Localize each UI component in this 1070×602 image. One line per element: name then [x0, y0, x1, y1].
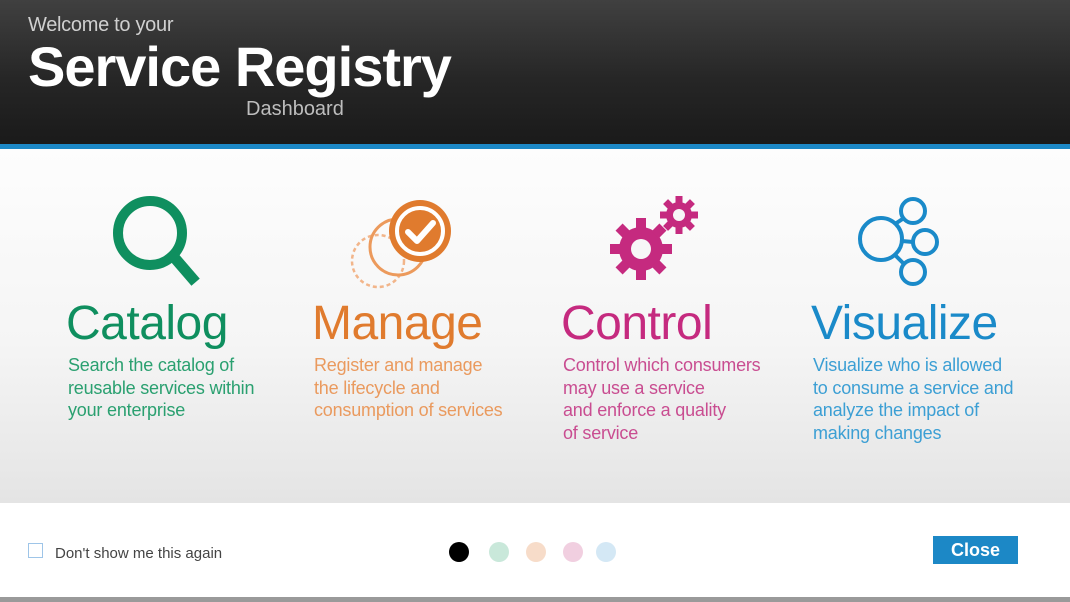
- features-panel: Catalog Search the catalog of reusable s…: [0, 149, 1070, 503]
- feature-title: Manage: [312, 297, 483, 350]
- magnifier-icon: [66, 195, 306, 295]
- close-button[interactable]: Close: [933, 536, 1018, 564]
- feature-catalog: Catalog Search the catalog of reusable s…: [66, 149, 306, 503]
- page-subtitle: Dashboard: [246, 98, 344, 120]
- pager-dot-5[interactable]: [596, 542, 616, 562]
- header: Welcome to your Service Registry Dashboa…: [0, 0, 1070, 144]
- bottom-divider: [0, 597, 1070, 602]
- feature-visualize: Visualize Visualize who is allowed to co…: [811, 149, 1051, 503]
- feature-manage: Manage Register and manage the lifecycle…: [312, 149, 552, 503]
- feature-description: Register and manage the lifecycle and co…: [314, 355, 503, 420]
- feature-title: Visualize: [811, 297, 998, 350]
- pager-dot-2[interactable]: [489, 542, 509, 562]
- pager-dot-3[interactable]: [526, 542, 546, 562]
- feature-description: Search the catalog of reusable services …: [68, 355, 255, 420]
- feature-title: Catalog: [66, 297, 228, 350]
- checkmark-circles-icon: [312, 195, 552, 295]
- dont-show-again-label[interactable]: Don't show me this again: [55, 545, 222, 562]
- pager-dot-4[interactable]: [563, 542, 583, 562]
- pager-dot-1[interactable]: [449, 542, 469, 562]
- feature-title: Control: [561, 297, 713, 350]
- dont-show-again-checkbox[interactable]: [28, 543, 43, 558]
- page-title: Service Registry: [28, 35, 452, 98]
- feature-description: Visualize who is allowed to consume a se…: [813, 355, 1014, 443]
- feature-description: Control which consumers may use a servic…: [563, 355, 761, 443]
- gears-icon: [561, 195, 801, 295]
- network-icon: [811, 195, 1051, 295]
- feature-control: Control Control which consumers may use …: [561, 149, 801, 503]
